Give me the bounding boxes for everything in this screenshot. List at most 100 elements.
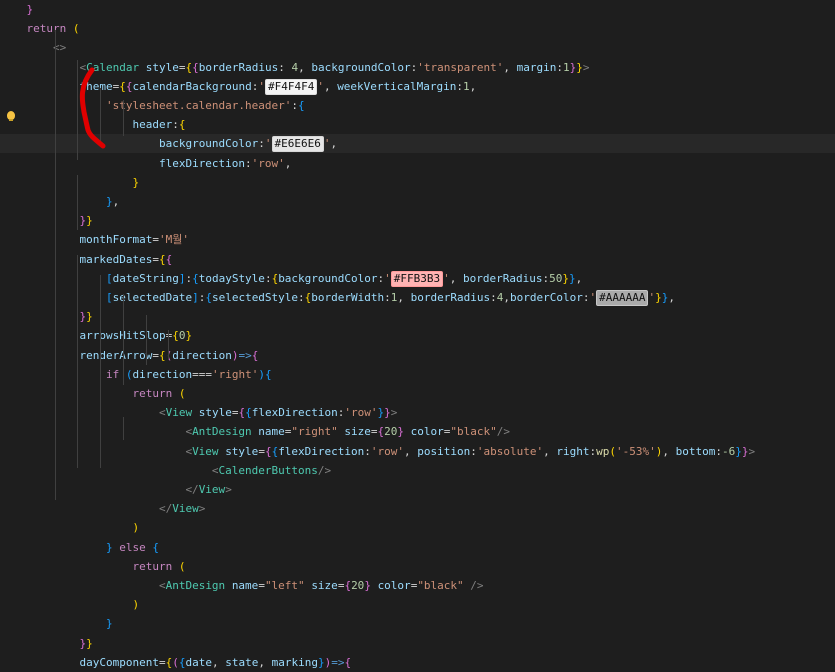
code-line[interactable]: } else {: [0, 538, 159, 557]
code-line[interactable]: </View>: [0, 480, 231, 499]
code-token: color: [410, 425, 444, 439]
code-token: <: [158, 579, 166, 592]
code-line[interactable]: <Calendar style={{borderRadius: 4, backg…: [0, 58, 590, 77]
code-token: dayComponent: [79, 655, 159, 669]
indent-guide: [168, 330, 169, 360]
code-token: }: [576, 60, 583, 74]
code-token: :: [384, 291, 391, 304]
code-token: =: [258, 444, 265, 458]
code-line[interactable]: </View>: [0, 499, 205, 518]
code-line[interactable]: <AntDesign name="left" size={20} color="…: [0, 576, 484, 595]
code-token: {: [205, 291, 212, 304]
code-line[interactable]: },: [0, 192, 119, 211]
code-line[interactable]: renderArrow={(direction)=>{: [0, 346, 258, 365]
code-token: CalenderButtons: [218, 463, 318, 477]
code-line[interactable]: <View style={{flexDirection:'row', posit…: [0, 442, 755, 461]
code-token: =: [370, 425, 378, 439]
code-token: color: [377, 579, 411, 592]
code-line[interactable]: flexDirection:'row',: [0, 154, 291, 173]
code-token: }: [735, 444, 742, 458]
code-line[interactable]: theme={{calendarBackground:' #F4F4F4 ', we…: [0, 77, 476, 96]
code-token: >: [390, 406, 398, 420]
code-line[interactable]: return (: [0, 384, 185, 403]
code-token: }: [569, 271, 576, 285]
code-line[interactable]: }: [0, 0, 33, 19]
code-token: (: [72, 22, 80, 36]
code-line[interactable]: }: [0, 173, 139, 192]
code-line[interactable]: markedDates={{: [0, 250, 172, 269]
code-token: "left": [264, 579, 305, 592]
code-line[interactable]: header:{: [0, 115, 185, 134]
code-line[interactable]: if (direction==='right'){: [0, 365, 272, 384]
code-line[interactable]: }}: [0, 634, 92, 653]
code-line[interactable]: ): [0, 595, 139, 614]
code-token: monthFormat: [79, 233, 153, 247]
code-line[interactable]: <View style={{flexDirection:'row'}}>: [0, 403, 397, 422]
code-token: ): [258, 367, 265, 381]
code-token: {: [172, 329, 179, 343]
code-token: ): [132, 521, 140, 535]
code-token: size: [344, 425, 371, 439]
code-editor[interactable]: } return ( <> <Calendar style={{borderRa…: [0, 0, 835, 669]
code-line[interactable]: [selectedDate]:{selectedStyle:{borderWid…: [0, 288, 675, 307]
code-token: size: [311, 579, 338, 592]
code-line[interactable]: <CalenderButtons/>: [0, 461, 331, 480]
code-line[interactable]: }}: [0, 307, 92, 326]
code-token: 'stylesheet.calendar.header': [105, 99, 292, 112]
code-token: }: [741, 444, 749, 458]
code-token: 'row': [344, 406, 378, 420]
code-token: >: [582, 60, 590, 74]
code-token: direction: [172, 348, 232, 362]
code-token: ]: [192, 291, 199, 304]
code-line[interactable]: }: [0, 614, 113, 633]
code-token: theme: [79, 79, 113, 93]
code-token: "right": [291, 425, 338, 439]
code-token: {: [178, 118, 186, 132]
code-line[interactable]: dayComponent={({date, state, marking})=>…: [0, 653, 351, 672]
code-token: {: [192, 60, 199, 74]
code-token: return: [132, 387, 179, 400]
code-line[interactable]: return (: [0, 557, 185, 576]
code-line[interactable]: ): [0, 518, 139, 537]
code-token: {: [245, 406, 252, 420]
code-token: :: [298, 291, 305, 304]
code-token: ===: [192, 367, 212, 381]
code-token: View: [165, 406, 193, 420]
code-token: [: [105, 291, 113, 304]
code-token: {: [152, 540, 159, 554]
code-line[interactable]: return (: [0, 19, 79, 38]
code-token: {: [165, 655, 173, 669]
code-line[interactable]: 'stylesheet.calendar.header':{: [0, 96, 305, 115]
code-token: -6: [722, 444, 736, 458]
code-token: markedDates: [79, 252, 153, 266]
code-line[interactable]: [dateString]:{todayStyle:{backgroundColo…: [0, 269, 582, 288]
code-line[interactable]: backgroundColor:' #E6E6E6 ',: [0, 134, 835, 154]
code-line[interactable]: <>: [0, 38, 66, 57]
code-token: 'transparent': [417, 60, 504, 74]
code-line[interactable]: arrowsHitSlop={0}: [0, 326, 192, 345]
code-token: style: [225, 444, 259, 458]
code-token: }: [317, 655, 325, 669]
code-token: {: [158, 252, 166, 266]
code-token: <: [211, 463, 219, 477]
code-line[interactable]: monthFormat='M월': [0, 230, 188, 249]
code-token: :: [245, 156, 252, 170]
code-token: ': [323, 137, 331, 151]
lightbulb-icon[interactable]: [7, 111, 15, 121]
code-line[interactable]: }}: [0, 211, 92, 230]
code-token: ,: [662, 444, 676, 458]
